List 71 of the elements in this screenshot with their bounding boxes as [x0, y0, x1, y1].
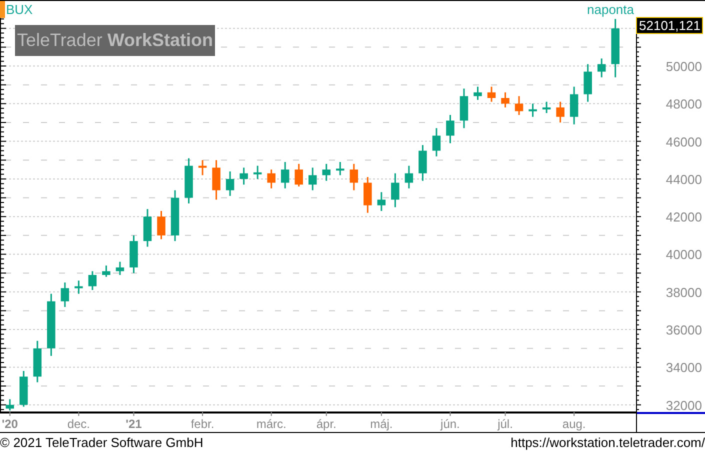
x-axis-label: ápr.	[316, 417, 336, 431]
candlestick	[474, 86, 482, 100]
candlestick	[60, 282, 70, 307]
candlestick	[130, 235, 138, 274]
candlestick	[570, 86, 578, 124]
logo: TeleTrader WorkStation	[15, 25, 215, 56]
candlestick	[267, 170, 276, 188]
candlestick	[597, 58, 606, 78]
candlestick	[404, 166, 414, 188]
candlestick	[47, 294, 56, 356]
candlestick	[584, 64, 592, 102]
x-axis-label: máj.	[370, 417, 393, 431]
candlestick	[446, 114, 454, 144]
y-axis-label: 32000	[666, 398, 702, 413]
candlestick	[432, 128, 441, 156]
candlestick	[308, 168, 317, 190]
candlestick	[336, 162, 344, 176]
candlestick	[170, 190, 180, 242]
y-axis-label: 50000	[666, 59, 702, 74]
x-axis-label: júl.	[498, 417, 513, 431]
candlestick	[6, 399, 14, 410]
candlestick	[253, 166, 262, 179]
candlestick	[364, 177, 372, 213]
candlestick	[116, 262, 124, 275]
candlestick	[184, 158, 193, 204]
y-axis-label: 48000	[666, 96, 702, 112]
candlestick	[20, 370, 28, 407]
x-axis-label: dec.	[67, 417, 90, 431]
copyright-text: © 2021 TeleTrader Software GmbH	[0, 434, 204, 450]
candlestick	[418, 145, 427, 181]
candlestick	[280, 162, 290, 188]
x-axis-label: febr.	[190, 417, 214, 431]
y-axis-label: 44000	[666, 172, 702, 187]
candlestick	[143, 209, 152, 247]
x-axis-label: aug.	[562, 417, 586, 431]
candlestick	[198, 160, 207, 176]
candlestick	[226, 171, 234, 196]
candlestick	[102, 266, 110, 277]
candlestick	[212, 160, 220, 200]
candlestick	[501, 92, 510, 108]
interval-label: naponta	[587, 2, 634, 17]
candlestick	[556, 102, 564, 122]
candlestick	[294, 164, 303, 186]
candlestick	[88, 271, 97, 290]
x-axis-label: jún.	[440, 417, 460, 431]
candlestick	[322, 164, 330, 181]
candlestick	[528, 104, 537, 117]
candlestick	[157, 210, 166, 240]
candlestick	[74, 280, 83, 294]
candlestick	[377, 192, 386, 211]
candlestick	[33, 340, 42, 382]
y-axis-label: 34000	[666, 360, 702, 376]
y-axis-label: 46000	[666, 134, 702, 150]
y-axis-label: 40000	[666, 247, 702, 262]
candlestick	[460, 88, 468, 128]
candlestick	[391, 173, 400, 208]
x-axis-label: '21	[126, 417, 142, 431]
x-axis-label: '20	[2, 417, 18, 431]
x-axis-label: márc.	[256, 417, 286, 431]
candlestick	[487, 86, 496, 102]
candlestick	[514, 96, 524, 115]
y-axis-label: 42000	[666, 210, 702, 225]
candlestick	[350, 164, 358, 190]
candlestick	[611, 18, 620, 78]
last-price-tag: 52101,121	[636, 17, 704, 34]
website-link[interactable]: https://workstation.teletrader.com/	[510, 434, 705, 450]
y-axis-label: 38000	[666, 284, 702, 300]
candlestick	[542, 102, 551, 114]
symbol-label: BUX	[0, 1, 33, 18]
y-axis-label: 36000	[666, 322, 702, 338]
candlestick	[240, 168, 248, 185]
